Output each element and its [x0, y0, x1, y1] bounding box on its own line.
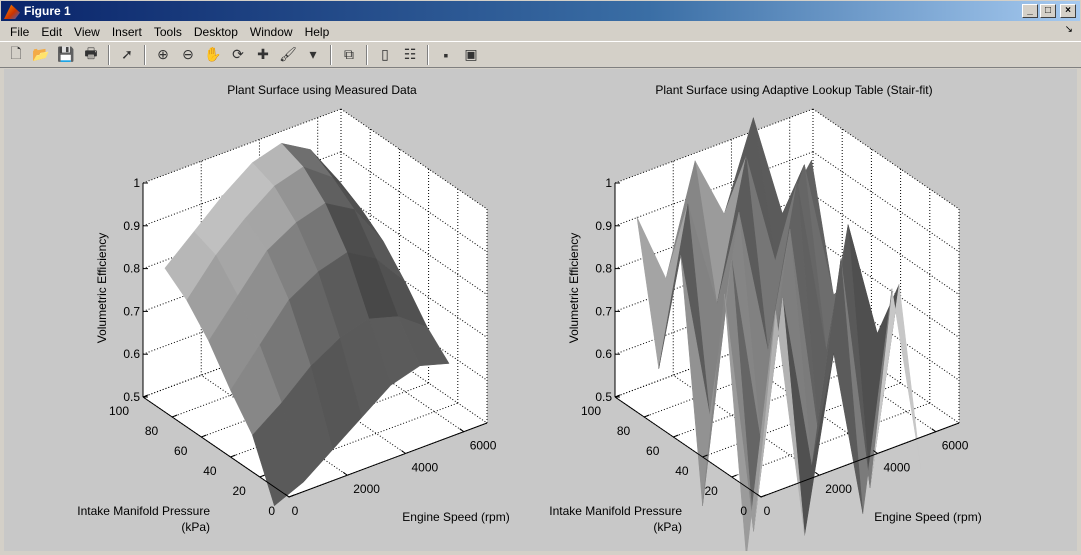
link-plot-icon[interactable]: ⧉: [338, 44, 360, 66]
pressure-tick-label: 60: [646, 444, 660, 458]
pressure-tick-label: 20: [704, 484, 718, 498]
axes-2: [614, 108, 960, 551]
pressure-axis-label: Intake Manifold Pressure: [77, 504, 210, 518]
z-tick-label: 0.6: [595, 347, 612, 361]
axes-1: [142, 108, 488, 507]
pressure-tick-label: 40: [203, 464, 217, 478]
z-tick-label: 0.7: [595, 304, 612, 318]
z-tick-label: 0.7: [123, 304, 140, 318]
z-tick-label: 0.9: [123, 219, 140, 233]
z-tick-label: 0.5: [595, 390, 612, 404]
z-axis-label: Volumetric Efficiency: [95, 233, 109, 344]
edit-plot-arrow-icon[interactable]: ➚: [116, 44, 138, 66]
z-axis-label: Volumetric Efficiency: [567, 233, 581, 344]
colorbar-icon[interactable]: ▯: [374, 44, 396, 66]
speed-tick-label: 4000: [883, 460, 910, 474]
menu-window[interactable]: Window: [244, 25, 299, 39]
zoom-in-icon[interactable]: ⊕: [152, 44, 174, 66]
rotate-3d-icon[interactable]: ⟳: [227, 44, 249, 66]
speed-tick-label: 0: [292, 504, 299, 518]
toolbar-separator: [366, 44, 368, 65]
menu-tools[interactable]: Tools: [148, 25, 188, 39]
pressure-tick-label: 0: [268, 504, 275, 518]
pressure-axis-label-unit: (kPa): [653, 520, 682, 534]
speed-tick-label: 2000: [353, 482, 380, 496]
speed-tick-label: 2000: [825, 482, 852, 496]
toolbar-separator: [330, 44, 332, 65]
pressure-tick-label: 100: [581, 404, 601, 418]
z-tick-label: 0.9: [595, 219, 612, 233]
menu-help[interactable]: Help: [299, 25, 336, 39]
menu-desktop[interactable]: Desktop: [188, 25, 244, 39]
brush-icon[interactable]: 🖌: [277, 44, 299, 66]
save-icon[interactable]: 💾: [55, 44, 77, 66]
menu-view[interactable]: View: [68, 25, 106, 39]
window-title: Figure 1: [24, 4, 71, 18]
open-file-icon[interactable]: 📂: [30, 44, 52, 66]
pressure-tick-label: 80: [145, 424, 159, 438]
maximize-button[interactable]: □: [1040, 4, 1056, 18]
dock-arrow-icon[interactable]: ↘: [1065, 24, 1073, 35]
z-tick-label: 0.8: [123, 262, 140, 276]
toolbar-separator: [427, 44, 429, 65]
show-plot-tools-icon[interactable]: ▣: [460, 44, 482, 66]
data-cursor-icon[interactable]: ✚: [252, 44, 274, 66]
pressure-axis-label-unit: (kPa): [181, 520, 210, 534]
minimize-button[interactable]: _: [1022, 4, 1038, 18]
new-figure-icon[interactable]: 🗋: [5, 44, 27, 66]
menu-file[interactable]: File: [4, 25, 35, 39]
print-icon[interactable]: 🖶: [80, 44, 102, 66]
figure-area: 0.5 0.6 0.7 0.8 0.9 1 0 20 40 60 80 100 0 2000 4000 600…: [4, 69, 1077, 551]
close-button[interactable]: ×: [1060, 4, 1076, 18]
pressure-tick-label: 0: [740, 504, 747, 518]
title-bar: Figure 1 _ □ ×: [0, 0, 1081, 22]
plot-title: Plant Surface using Adaptive Lookup Tabl…: [655, 83, 932, 97]
pressure-tick-label: 40: [675, 464, 689, 478]
speed-tick-label: 4000: [411, 460, 438, 474]
matlab-logo-icon: [4, 4, 20, 19]
pressure-tick-label: 100: [109, 404, 129, 418]
pan-hand-icon[interactable]: ✋: [202, 44, 224, 66]
legend-icon[interactable]: ☷: [399, 44, 421, 66]
menu-edit[interactable]: Edit: [35, 25, 68, 39]
z-tick-label: 1: [605, 176, 612, 190]
z-tick-label: 1: [133, 176, 140, 190]
speed-tick-label: 6000: [942, 439, 969, 453]
speed-axis-label: Engine Speed (rpm): [402, 510, 509, 524]
hide-plot-tools-icon[interactable]: ▪: [435, 44, 457, 66]
speed-tick-label: 0: [764, 504, 771, 518]
pressure-tick-label: 80: [617, 424, 631, 438]
z-tick-label: 0.5: [123, 390, 140, 404]
pressure-tick-label: 60: [174, 444, 188, 458]
speed-tick-label: 6000: [470, 439, 497, 453]
zoom-out-icon[interactable]: ⊖: [177, 44, 199, 66]
speed-axis-label: Engine Speed (rpm): [874, 510, 981, 524]
z-tick-label: 0.6: [123, 347, 140, 361]
pressure-axis-label: Intake Manifold Pressure: [549, 504, 682, 518]
brush-dropdown-icon[interactable]: ▾: [302, 44, 324, 66]
pressure-tick-label: 20: [232, 484, 246, 498]
menu-insert[interactable]: Insert: [106, 25, 148, 39]
menu-bar: File Edit View Insert Tools Desktop Wind…: [0, 22, 1081, 41]
toolbar-separator: [108, 44, 110, 65]
plots-canvas: 0.50.60.70.80.91020406080100020004000600…: [77, 83, 982, 551]
toolbar-separator: [144, 44, 146, 65]
toolbar: 🗋 📂 💾 🖶 ➚ ⊕ ⊖ ✋ ⟳ ✚ 🖌 ▾ ⧉ ▯ ☷ ▪ ▣: [0, 41, 1081, 68]
plot-title: Plant Surface using Measured Data: [227, 83, 417, 97]
z-tick-label: 0.8: [595, 262, 612, 276]
